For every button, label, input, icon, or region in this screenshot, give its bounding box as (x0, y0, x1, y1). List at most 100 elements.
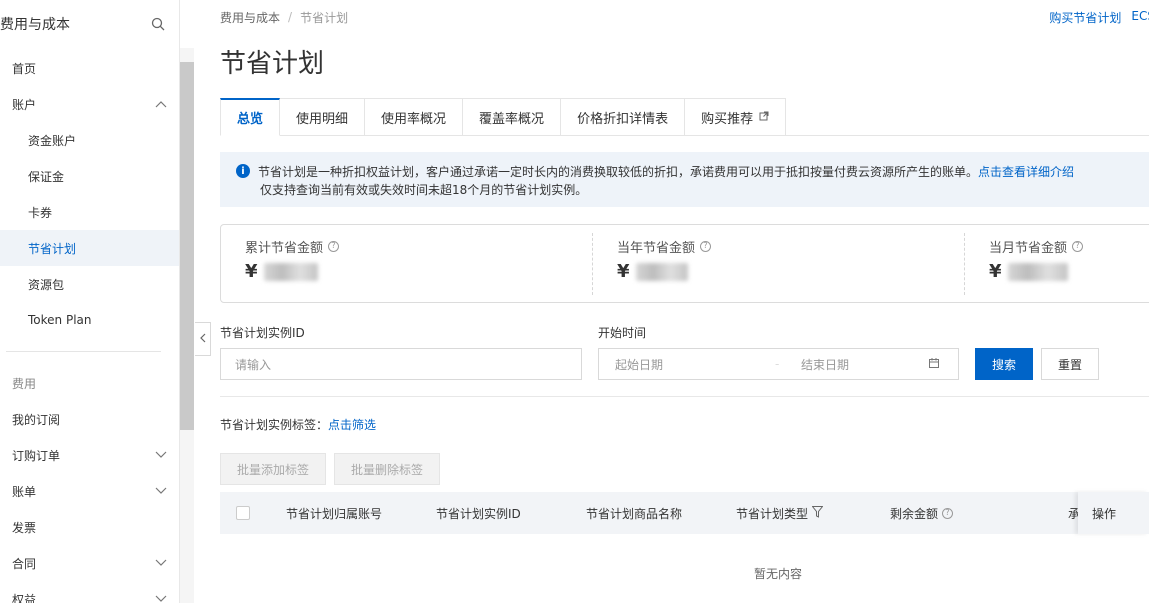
tab-label: 价格折扣详情表 (577, 111, 669, 127)
external-link-icon (759, 110, 769, 125)
help-icon[interactable]: ? (942, 507, 954, 519)
sidebar-item-label: 资源包 (28, 277, 65, 292)
search-icon[interactable] (151, 17, 165, 31)
reset-button[interactable]: 重置 (1041, 348, 1099, 380)
stat-month-savings: 当月节省金额? ¥ (965, 225, 1149, 302)
chevron-down-icon (155, 593, 167, 603)
sidebar-item-label: 资金账户 (28, 133, 77, 148)
details-link[interactable]: 点击查看详细介绍 (978, 165, 1074, 179)
sidebar-item-benefits[interactable]: 权益 (0, 581, 179, 603)
sidebar-item-savings-plan[interactable]: 节省计划 (0, 230, 179, 266)
tab-label: 使用率概况 (381, 111, 447, 127)
stat-label: 当年节省金额 (617, 240, 696, 256)
info-icon: i (236, 164, 250, 178)
chevron-up-icon (155, 98, 167, 110)
help-icon[interactable]: ? (700, 240, 712, 252)
column-header: 节省计划商品名称 (586, 506, 683, 521)
breadcrumb-parent[interactable]: 费用与成本 (220, 9, 280, 26)
end-date-placeholder[interactable]: 结束日期 (801, 356, 929, 373)
currency-symbol: ¥ (245, 261, 258, 282)
instance-id-placeholder: 请输入 (235, 357, 272, 372)
column-header-balance: 剩余金额? (890, 492, 954, 534)
currency-symbol: ¥ (989, 261, 1002, 282)
sidebar-item-coupons[interactable]: 卡券 (0, 194, 179, 230)
tab-label: 总览 (237, 112, 264, 127)
currency-symbol: ¥ (617, 261, 630, 282)
range-separator: - (775, 357, 780, 371)
stat-total-savings: 累计节省金额? ¥ (221, 225, 593, 302)
sidebar-item-bills[interactable]: 账单 (0, 473, 179, 509)
breadcrumb-current: 节省计划 (300, 10, 349, 25)
sidebar-item-resource-package[interactable]: 资源包 (0, 266, 179, 302)
top-links: 购买节省计划 ECS (1049, 9, 1149, 26)
sidebar-item-orders[interactable]: 订购订单 (0, 437, 179, 473)
blurred-amount (263, 262, 318, 281)
sidebar-item-token-plan[interactable]: Token Plan (0, 302, 179, 338)
top-bar: 费用与成本 / 节省计划 购买节省计划 ECS (220, 0, 1149, 34)
chevron-down-icon (155, 557, 167, 569)
sidebar-item-deposit[interactable]: 保证金 (0, 158, 179, 194)
help-icon[interactable]: ? (1072, 240, 1084, 252)
chevron-down-icon (155, 485, 167, 497)
section-divider (220, 396, 1149, 397)
info-notice: i 节省计划是一种折扣权益计划，客户通过承诺一定时长内的消费换取较低的折扣，承诺… (220, 152, 1149, 207)
stat-label: 当月节省金额 (989, 240, 1068, 256)
tag-filter-link[interactable]: 点击筛选 (328, 418, 376, 432)
blurred-amount (635, 262, 688, 281)
bulk-remove-tags-button[interactable]: 批量删除标签 (334, 453, 440, 485)
tab-coverage[interactable]: 覆盖率概况 (463, 98, 562, 136)
calendar-icon[interactable] (929, 357, 939, 371)
sidebar-item-label: 首页 (12, 61, 37, 76)
column-header: 节省计划实例ID (436, 506, 521, 521)
sidebar-item-label: 发票 (12, 520, 37, 535)
notice-text: 节省计划是一种折扣权益计划，客户通过承诺一定时长内的消费换取较低的折扣，承诺费用… (258, 163, 1074, 180)
tab-label: 购买推荐 (701, 111, 754, 127)
sidebar-item-label: Token Plan (28, 313, 92, 327)
sidebar-item-invoice[interactable]: 发票 (0, 509, 179, 545)
sidebar-item-contract[interactable]: 合同 (0, 545, 179, 581)
tab-usage-details[interactable]: 使用明细 (280, 98, 366, 136)
main-content: 费用与成本 / 节省计划 购买节省计划 ECS 节省计划 总览 使用明细 使用率… (220, 0, 1149, 603)
tab-overview[interactable]: 总览 (220, 98, 281, 136)
checkbox[interactable] (236, 506, 250, 520)
scrollbar-thumb[interactable] (180, 62, 194, 430)
chevron-left-icon (199, 332, 206, 346)
sidebar-group-fees: 费用 (0, 365, 179, 401)
sidebar-item-subscriptions[interactable]: 我的订阅 (0, 401, 179, 437)
buy-savings-plan-link[interactable]: 购买节省计划 (1049, 9, 1121, 26)
select-all-checkbox[interactable] (236, 492, 250, 534)
sidebar-item-home[interactable]: 首页 (0, 50, 179, 86)
sidebar-item-label: 订购订单 (12, 448, 61, 463)
sidebar-item-label: 节省计划 (28, 241, 77, 256)
stat-year-savings: 当年节省金额? ¥ (593, 225, 965, 302)
sidebar-item-label: 合同 (12, 556, 37, 571)
sidebar-item-label: 我的订阅 (12, 412, 61, 427)
start-time-label: 开始时间 (598, 326, 647, 340)
blurred-amount (1007, 262, 1068, 281)
ecs-link[interactable]: ECS (1131, 9, 1149, 26)
instance-id-input[interactable]: 请输入 (220, 348, 582, 380)
tab-price-discount[interactable]: 价格折扣详情表 (561, 98, 686, 136)
column-header: 节省计划类型 (736, 506, 809, 521)
filter-icon[interactable] (811, 505, 824, 521)
notice-line1: 节省计划是一种折扣权益计划，客户通过承诺一定时长内的消费换取较低的折扣，承诺费用… (258, 164, 979, 179)
sidebar-header: 费用与成本 (0, 0, 179, 48)
search-button[interactable]: 搜索 (975, 348, 1033, 380)
help-icon[interactable]: ? (328, 240, 340, 252)
sidebar-divider (6, 351, 161, 352)
tab-utilization[interactable]: 使用率概况 (365, 98, 464, 136)
sidebar-collapse-button[interactable] (195, 322, 211, 356)
notice-line2: 仅支持查询当前有效或失效时间未超18个月的节省计划实例。 (260, 183, 588, 197)
start-date-placeholder[interactable]: 起始日期 (615, 356, 775, 373)
tab-label: 覆盖率概况 (479, 111, 545, 127)
date-range-picker[interactable]: 起始日期 - 结束日期 (598, 348, 959, 380)
sidebar-scrollbar[interactable] (180, 48, 194, 603)
sidebar-group-label: 费用 (12, 376, 37, 391)
column-header: 节省计划归属账号 (286, 506, 383, 521)
sidebar-item-account[interactable]: 账户 (0, 86, 179, 122)
breadcrumb-separator: / (288, 10, 293, 24)
sidebar-item-fund-account[interactable]: 资金账户 (0, 122, 179, 158)
bulk-add-tags-button[interactable]: 批量添加标签 (220, 453, 326, 485)
tab-purchase-recommendation[interactable]: 购买推荐 (685, 98, 787, 136)
sidebar-item-label: 卡券 (28, 205, 53, 220)
